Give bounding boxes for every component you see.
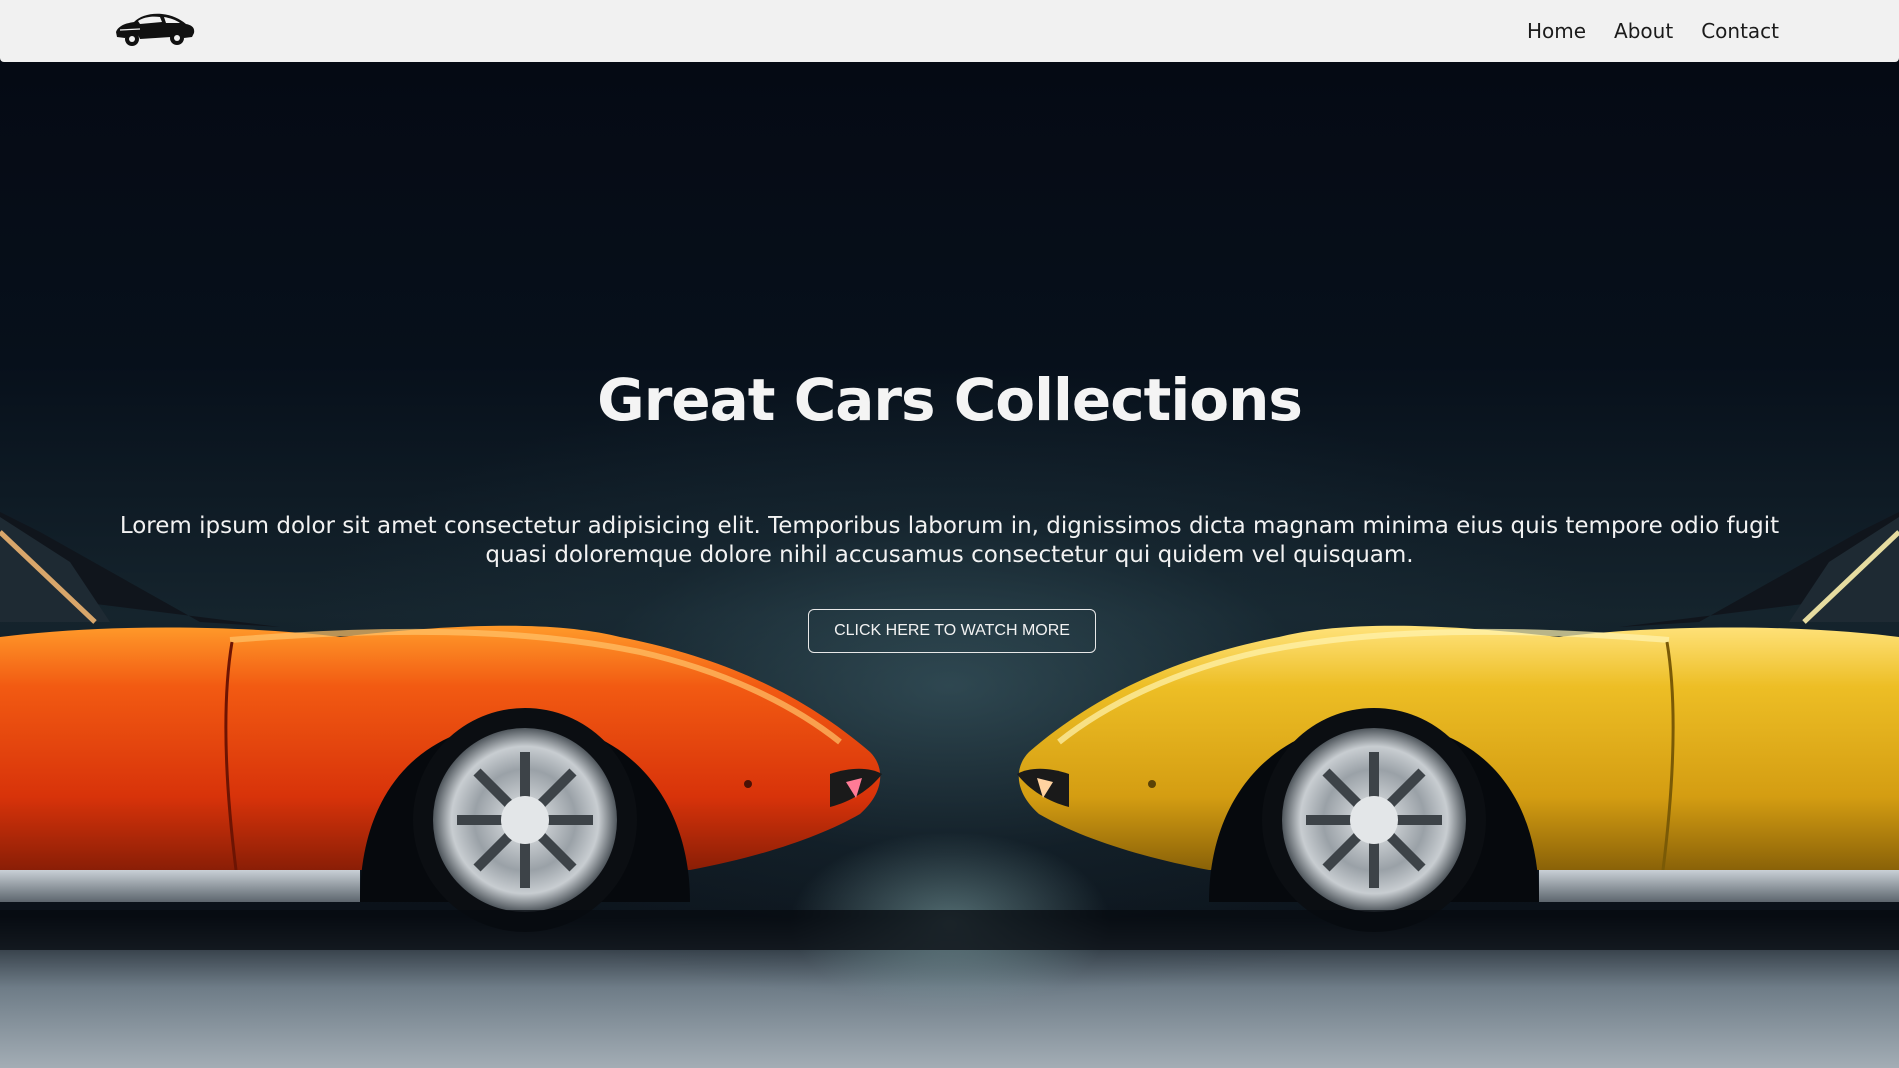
hero-description: Lorem ipsum dolor sit amet consectetur a…	[119, 513, 1780, 568]
car-logo-icon[interactable]	[110, 6, 196, 54]
nav-links: Home About Contact	[1527, 0, 1779, 62]
hero-title: Great Cars Collections	[597, 366, 1303, 434]
right-yellow-car	[1017, 512, 1899, 932]
navbar: Home About Contact	[0, 0, 1899, 62]
nav-link-contact[interactable]: Contact	[1701, 19, 1779, 43]
watch-more-button[interactable]: CLICK HERE TO WATCH MORE	[808, 609, 1096, 653]
nav-link-home[interactable]: Home	[1527, 19, 1586, 43]
page: Home About Contact Great Cars Collection…	[0, 0, 1899, 1068]
left-red-car	[0, 512, 882, 932]
nav-link-about[interactable]: About	[1614, 19, 1673, 43]
